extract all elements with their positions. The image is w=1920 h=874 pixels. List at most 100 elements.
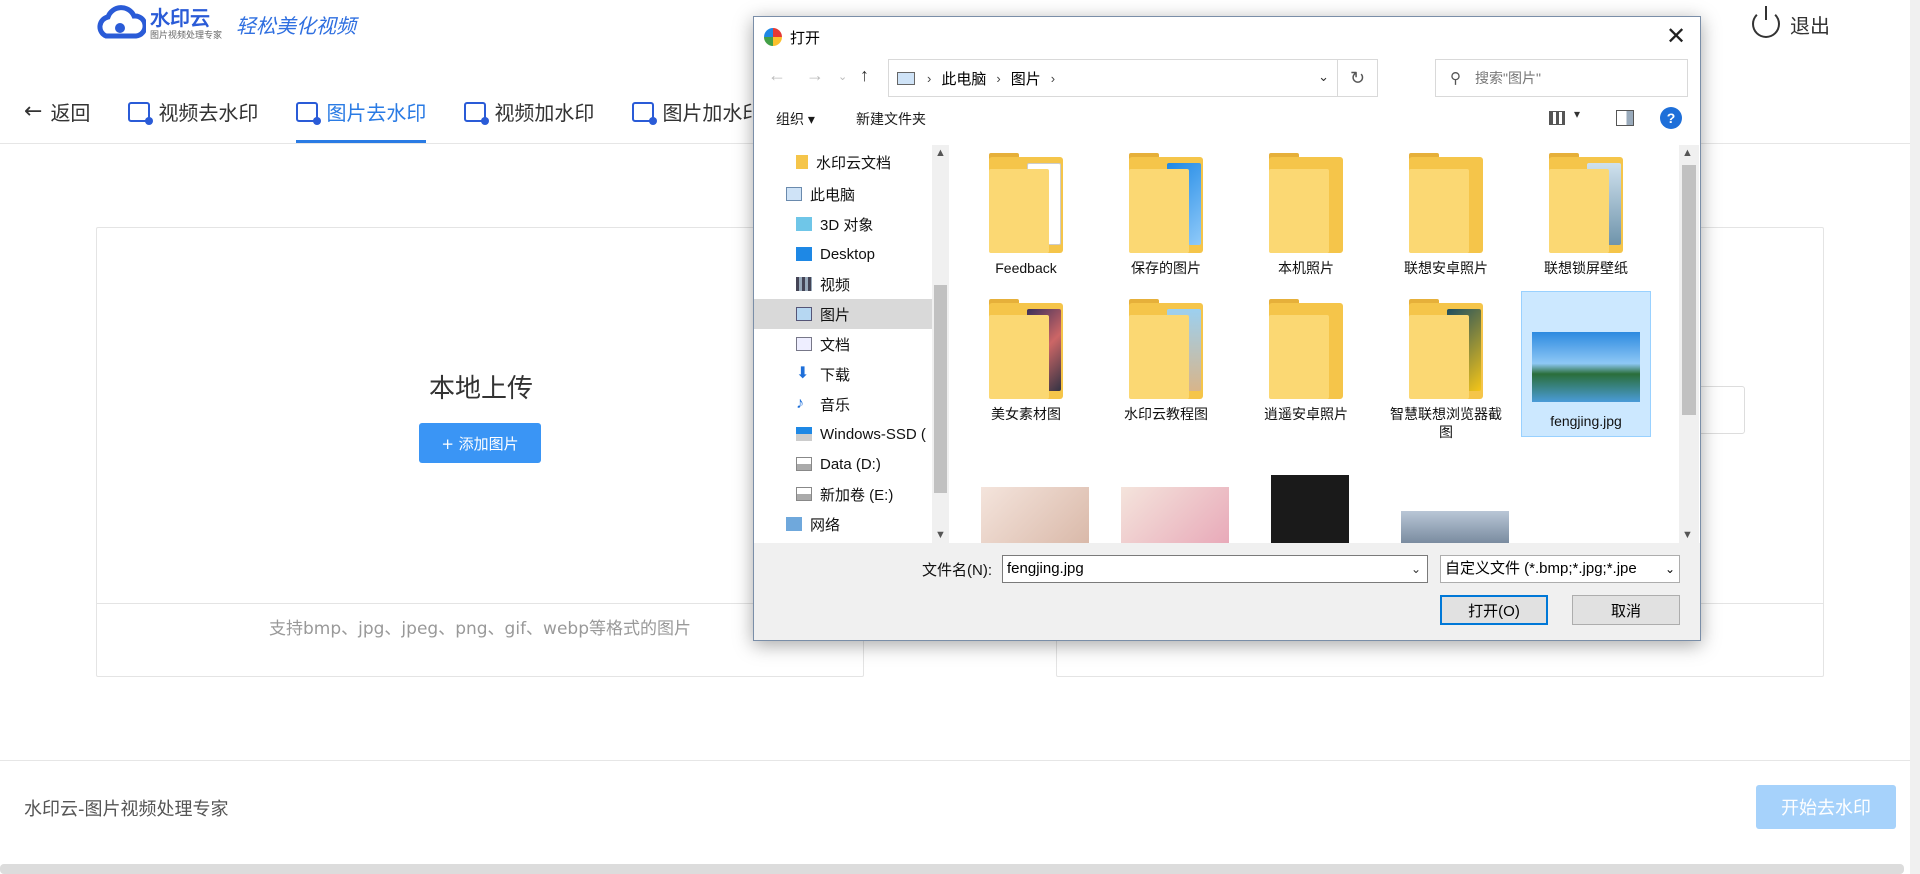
- cancel-button[interactable]: 取消: [1572, 595, 1680, 625]
- tab-video-add-watermark[interactable]: 视频加水印: [464, 80, 594, 143]
- file-item-fengjing[interactable]: fengjing.jpg: [1521, 291, 1651, 437]
- organize-button[interactable]: 组织 ▾: [776, 109, 815, 129]
- tree-item-music[interactable]: ♪ 音乐: [754, 389, 932, 419]
- tree-item-pictures[interactable]: 图片: [754, 299, 932, 329]
- tree-item-label: 3D 对象: [820, 216, 874, 234]
- back-button[interactable]: ← 返回: [24, 80, 90, 143]
- filetype-select[interactable]: 自定义文件 (*.bmp;*.jpg;*.jpe ⌄: [1440, 555, 1680, 583]
- chevron-down-icon[interactable]: ▼: [935, 529, 946, 541]
- tab-image-remove-watermark[interactable]: 图片去水印: [296, 80, 427, 143]
- folder-item-tutorial-images[interactable]: 水印云教程图: [1101, 291, 1231, 423]
- scrollbar-thumb[interactable]: [1682, 165, 1696, 415]
- arrow-left-icon: ←: [24, 99, 43, 124]
- filename-input[interactable]: fengjing.jpg ⌄: [1002, 555, 1428, 583]
- folder-icon: [1129, 153, 1203, 253]
- logo-name: 水印云: [150, 6, 210, 30]
- tab-label: 图片去水印: [326, 101, 427, 125]
- help-icon[interactable]: ?: [1660, 107, 1682, 129]
- chevron-down-icon: ⌄: [1664, 562, 1675, 576]
- chevron-up-icon[interactable]: ▲: [935, 147, 946, 159]
- network-icon: [786, 517, 802, 531]
- chevron-up-icon[interactable]: ▲: [1682, 147, 1693, 159]
- close-icon[interactable]: ✕: [1662, 23, 1690, 51]
- folder-item-lock-screen-wallpapers[interactable]: 联想锁屏壁纸: [1521, 145, 1651, 277]
- tree-item-network[interactable]: 网络: [754, 509, 932, 539]
- up-arrow-icon[interactable]: ↑: [860, 65, 869, 86]
- refresh-icon[interactable]: ↻: [1337, 60, 1377, 96]
- tree-item-3d-objects[interactable]: 3D 对象: [754, 209, 932, 239]
- file-label: fengjing.jpg: [1550, 413, 1622, 429]
- file-label: 逍遥安卓照片: [1264, 406, 1348, 422]
- image-thumbnail[interactable]: [1401, 511, 1509, 543]
- folder-item-xiaoyao-android-photos[interactable]: 逍遥安卓照片: [1241, 291, 1371, 423]
- local-upload-panel: 本地上传 + 添加图片 支持bmp、jpg、jpeg、png、gif、webp等…: [96, 227, 864, 677]
- folder-item-browser-screenshots[interactable]: 智慧联想浏览器截图: [1381, 291, 1511, 441]
- folder-item-feedback[interactable]: Feedback: [961, 145, 1091, 277]
- tab-image-add-watermark[interactable]: 图片加水印: [632, 80, 762, 143]
- vertical-scrollbar[interactable]: [1910, 0, 1920, 874]
- logout-button[interactable]: 退出: [1752, 6, 1830, 39]
- add-image-button[interactable]: + 添加图片: [419, 423, 541, 463]
- tree-item-label: Windows-SSD (: [820, 425, 926, 443]
- video-icon: [464, 101, 490, 125]
- tree-item-label: 视频: [820, 276, 851, 294]
- address-bar[interactable]: › 此电脑 › 图片 › ⌄ ↻: [888, 59, 1378, 97]
- folder-item-beauty-assets[interactable]: 美女素材图: [961, 291, 1091, 423]
- drive-icon: [796, 427, 812, 441]
- file-label: 美女素材图: [991, 406, 1061, 422]
- horizontal-scrollbar[interactable]: [0, 864, 1904, 874]
- open-button[interactable]: 打开(O): [1440, 595, 1548, 625]
- view-mode-icon[interactable]: [1549, 111, 1565, 125]
- folder-item-lenovo-android-photos[interactable]: 联想安卓照片: [1381, 145, 1511, 277]
- format-hint: 支持bmp、jpg、jpeg、png、gif、webp等格式的图片: [268, 619, 691, 639]
- image-thumbnail[interactable]: [981, 487, 1089, 543]
- upload-title: 本地上传: [428, 374, 533, 404]
- tree-item-this-pc[interactable]: 此电脑: [754, 179, 932, 209]
- tree-item-documents[interactable]: 文档: [754, 329, 932, 359]
- folder-item-local-photos[interactable]: 本机照片: [1241, 145, 1371, 277]
- navigation-tree: 水印云文档 此电脑 3D 对象 Desktop 视频 图片 文档 ⬇ 下载 ♪ …: [754, 145, 932, 543]
- breadcrumb-this-pc[interactable]: 此电脑: [941, 68, 986, 89]
- tree-scrollbar[interactable]: ▲ ▼: [932, 145, 949, 543]
- tree-item-watermark-docs[interactable]: 水印云文档: [754, 147, 932, 177]
- tree-item-label: Data (D:): [820, 455, 881, 473]
- tree-item-windows-ssd[interactable]: Windows-SSD (: [754, 419, 932, 449]
- chevron-down-icon[interactable]: ▼: [1682, 529, 1693, 541]
- scrollbar-thumb[interactable]: [934, 285, 947, 493]
- tree-item-label: 水印云文档: [816, 154, 892, 172]
- image-icon: [632, 101, 658, 125]
- tree-item-data-d[interactable]: Data (D:): [754, 449, 932, 479]
- breadcrumb-pictures[interactable]: 图片: [1011, 68, 1041, 89]
- upload-dropzone[interactable]: 本地上传 + 添加图片: [97, 228, 863, 604]
- dialog-titlebar[interactable]: 打开 ✕: [754, 17, 1700, 57]
- image-thumbnail[interactable]: [1121, 487, 1229, 543]
- tree-item-desktop[interactable]: Desktop: [754, 239, 932, 269]
- app-window: 水印云 图片视频处理专家 轻松美化视频 退出 ← 返回 视频去水印 图片去水印: [0, 0, 1920, 874]
- start-remove-watermark-button[interactable]: 开始去水印: [1756, 785, 1896, 829]
- tree-item-label: 新加卷 (E:): [820, 486, 894, 504]
- preview-pane-icon[interactable]: [1616, 110, 1634, 126]
- new-folder-button[interactable]: 新建文件夹: [856, 109, 926, 129]
- tab-video-remove-watermark[interactable]: 视频去水印: [128, 80, 258, 143]
- file-label: 联想锁屏壁纸: [1544, 260, 1628, 276]
- chevron-down-icon[interactable]: ⌄: [1411, 556, 1421, 582]
- recent-dropdown-icon[interactable]: ⌄: [838, 70, 847, 83]
- tree-item-videos[interactable]: 视频: [754, 269, 932, 299]
- back-label: 返回: [50, 101, 91, 125]
- chevron-down-icon[interactable]: ⌄: [1318, 69, 1329, 85]
- tree-item-new-volume-e[interactable]: 新加卷 (E:): [754, 479, 932, 509]
- back-arrow-icon[interactable]: ←: [768, 65, 786, 86]
- folder-icon: [1409, 153, 1483, 253]
- chevron-down-icon[interactable]: ▾: [1574, 107, 1580, 121]
- forward-arrow-icon[interactable]: →: [806, 65, 824, 86]
- files-scrollbar[interactable]: ▲ ▼: [1679, 145, 1699, 543]
- cube-icon: [796, 217, 812, 231]
- file-label: 智慧联想浏览器截图: [1390, 406, 1502, 440]
- search-input[interactable]: ⚲ 搜索"图片": [1435, 59, 1688, 97]
- tree-item-downloads[interactable]: ⬇ 下载: [754, 359, 932, 389]
- image-thumbnail[interactable]: [1271, 475, 1349, 543]
- filetype-value: 自定义文件 (*.bmp;*.jpg;*.jpe: [1445, 560, 1637, 577]
- file-open-dialog: 打开 ✕ ← → ⌄ ↑ › 此电脑 › 图片 › ⌄ ↻ ⚲ 搜索"图片" 组…: [753, 16, 1701, 641]
- folder-item-saved-pictures[interactable]: 保存的图片: [1101, 145, 1231, 277]
- logo[interactable]: 水印云 图片视频处理专家 轻松美化视频: [94, 0, 356, 48]
